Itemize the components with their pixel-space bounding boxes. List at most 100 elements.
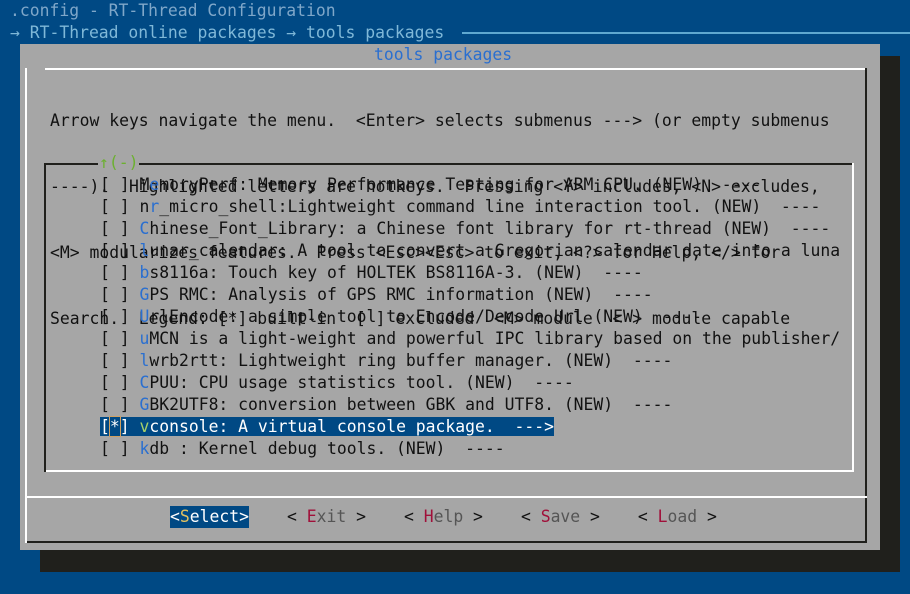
menu-item[interactable]: [ ] CPUU: CPU usage statistics tool. (NE… xyxy=(100,372,840,394)
item-label: rlEncode: a simple tool to Encode/Decode… xyxy=(149,307,702,326)
menu-item-selected[interactable]: [*] vconsole: A virtual console package.… xyxy=(100,416,840,438)
list-border-left xyxy=(44,163,46,472)
button-bracket: > xyxy=(697,507,717,526)
hotkey-letter: v xyxy=(139,417,150,436)
checkbox[interactable]: [ ] xyxy=(100,263,139,282)
checkbox-open: [ xyxy=(100,417,110,436)
help-button[interactable]: < Help > xyxy=(404,506,483,528)
item-label-prefix: M xyxy=(139,175,150,194)
hotkey-letter: C xyxy=(139,219,150,238)
button-bracket: > xyxy=(239,507,249,526)
hotkey-letter: u xyxy=(139,329,150,348)
hotkey-letter: b xyxy=(139,263,150,282)
item-label: console: A virtual console package. ---> xyxy=(149,417,554,436)
button-label: ave xyxy=(550,507,581,526)
menu-items: [ ] MemoryPerf: Memory Performance Testi… xyxy=(100,174,840,460)
button-bracket: < xyxy=(637,507,658,526)
load-button[interactable]: < Load > xyxy=(638,506,717,528)
menu-item[interactable]: [ ] UrlEncode: a simple tool to Encode/D… xyxy=(100,306,840,328)
checkbox[interactable]: [ ] xyxy=(100,285,139,304)
dialog-frame-bottom xyxy=(27,541,867,543)
menu-item[interactable]: [ ] bs8116a: Touch key of HOLTEK BS8116A… xyxy=(100,262,840,284)
menu-item[interactable]: [ ] kdb : Kernel debug tools. (NEW) ---- xyxy=(100,438,840,460)
checkbox[interactable]: [ ] xyxy=(100,351,139,370)
hotkey-letter: C xyxy=(139,373,150,392)
button-separator xyxy=(25,496,867,498)
hotkey-letter: l xyxy=(139,241,150,260)
button-label: oad xyxy=(667,507,698,526)
menu-item[interactable]: [ ] lwrb2rtt: Lightweight ring buffer ma… xyxy=(100,350,840,372)
list-border-right xyxy=(852,163,854,472)
breadcrumb-divider xyxy=(462,32,910,34)
menu-item[interactable]: [ ] lunar_calendar: A tool to convert a … xyxy=(100,240,840,262)
selected-highlight: [*] vconsole: A virtual console package.… xyxy=(100,416,554,437)
hotkey-letter: G xyxy=(139,395,150,414)
hotkey-letter: E xyxy=(306,507,317,526)
button-bracket: > xyxy=(580,507,600,526)
item-label: wrb2rtt: Lightweight ring buffer manager… xyxy=(149,351,673,370)
menu-item[interactable]: [ ] uMCN is a light-weight and powerful … xyxy=(100,328,840,350)
menu-item[interactable]: [ ] GBK2UTF8: conversion between GBK and… xyxy=(100,394,840,416)
button-bracket: < xyxy=(170,507,180,526)
button-bracket: < xyxy=(403,507,424,526)
dialog-title: tools packages xyxy=(370,44,517,66)
checkbox-close: ] xyxy=(119,417,140,436)
save-button[interactable]: < Save > xyxy=(521,506,600,528)
button-label: elp xyxy=(433,507,464,526)
menu-item[interactable]: [ ] GPS RMC: Analysis of GPS RMC informa… xyxy=(100,284,840,306)
hotkey-letter: e xyxy=(149,175,160,194)
item-label: unar_calendar: A tool to convert a Grego… xyxy=(149,241,841,260)
checkbox[interactable]: [ ] xyxy=(100,395,139,414)
item-label-prefix: n xyxy=(139,197,150,216)
item-label: PUU: CPU usage statistics tool. (NEW) --… xyxy=(149,373,574,392)
item-label: PS RMC: Analysis of GPS RMC information … xyxy=(149,285,653,304)
checkbox[interactable]: [ ] xyxy=(100,439,139,458)
checkbox[interactable]: [ ] xyxy=(100,241,139,260)
hotkey-letter: k xyxy=(139,439,150,458)
breadcrumb: → RT-Thread online packages → tools pack… xyxy=(10,23,445,42)
hotkey-letter: r xyxy=(149,197,160,216)
button-bar: <Select> < Exit > < Help > < Save > < Load > xyxy=(170,506,755,528)
hotkey-letter: U xyxy=(139,307,150,326)
checkbox[interactable]: [ ] xyxy=(100,175,139,194)
list-border-top xyxy=(44,163,852,165)
item-label: db : Kernel debug tools. (NEW) ---- xyxy=(149,439,505,458)
hotkey-letter: L xyxy=(657,507,668,526)
button-label: elect xyxy=(189,507,240,526)
menu-dialog: tools packages Arrow keys navigate the m… xyxy=(20,44,880,550)
menu-list[interactable]: ↑(-) [ ] MemoryPerf: Memory Performance … xyxy=(44,152,854,472)
checkbox-state[interactable]: * xyxy=(108,416,121,437)
hotkey-letter: G xyxy=(139,285,150,304)
hotkey-letter: S xyxy=(540,507,551,526)
menu-item[interactable]: [ ] Chinese_Font_Library: a Chinese font… xyxy=(100,218,840,240)
item-label: _micro_shell:Lightweight command line in… xyxy=(159,197,821,216)
checkbox[interactable]: [ ] xyxy=(100,197,139,216)
button-bracket: > xyxy=(346,507,366,526)
button-bracket: < xyxy=(286,507,307,526)
checkbox[interactable]: [ ] xyxy=(100,329,139,348)
button-bracket: < xyxy=(520,507,541,526)
list-border-bottom xyxy=(46,470,854,472)
checkbox[interactable]: [ ] xyxy=(100,307,139,326)
hotkey-letter: l xyxy=(139,351,150,370)
select-button[interactable]: <Select> xyxy=(170,506,249,528)
dialog-frame-left xyxy=(25,68,27,543)
item-label: BK2UTF8: conversion between GBK and UTF8… xyxy=(149,395,673,414)
hotkey-letter: H xyxy=(423,507,434,526)
dialog-frame-right xyxy=(865,68,867,543)
menu-item[interactable]: [ ] MemoryPerf: Memory Performance Testi… xyxy=(100,174,840,196)
scroll-up-indicator[interactable]: ↑(-) xyxy=(98,152,140,174)
hotkey-letter: S xyxy=(179,507,190,526)
checkbox[interactable]: [ ] xyxy=(100,219,139,238)
button-bracket: > xyxy=(463,507,483,526)
exit-button[interactable]: < Exit > xyxy=(287,506,366,528)
help-line: Arrow keys navigate the menu. <Enter> se… xyxy=(50,111,830,130)
item-label: MCN is a light-weight and powerful IPC l… xyxy=(149,329,841,348)
menu-item[interactable]: [ ] nr_micro_shell:Lightweight command l… xyxy=(100,196,840,218)
checkbox[interactable]: [ ] xyxy=(100,373,139,392)
button-label: xit xyxy=(316,507,347,526)
item-label: moryPerf: Memory Performance Testing for… xyxy=(159,175,762,194)
item-label: hinese_Font_Library: a Chinese font libr… xyxy=(149,219,831,238)
window-title: .config - RT-Thread Configuration xyxy=(10,1,336,20)
item-label: s8116a: Touch key of HOLTEK BS8116A-3. (… xyxy=(149,263,643,282)
